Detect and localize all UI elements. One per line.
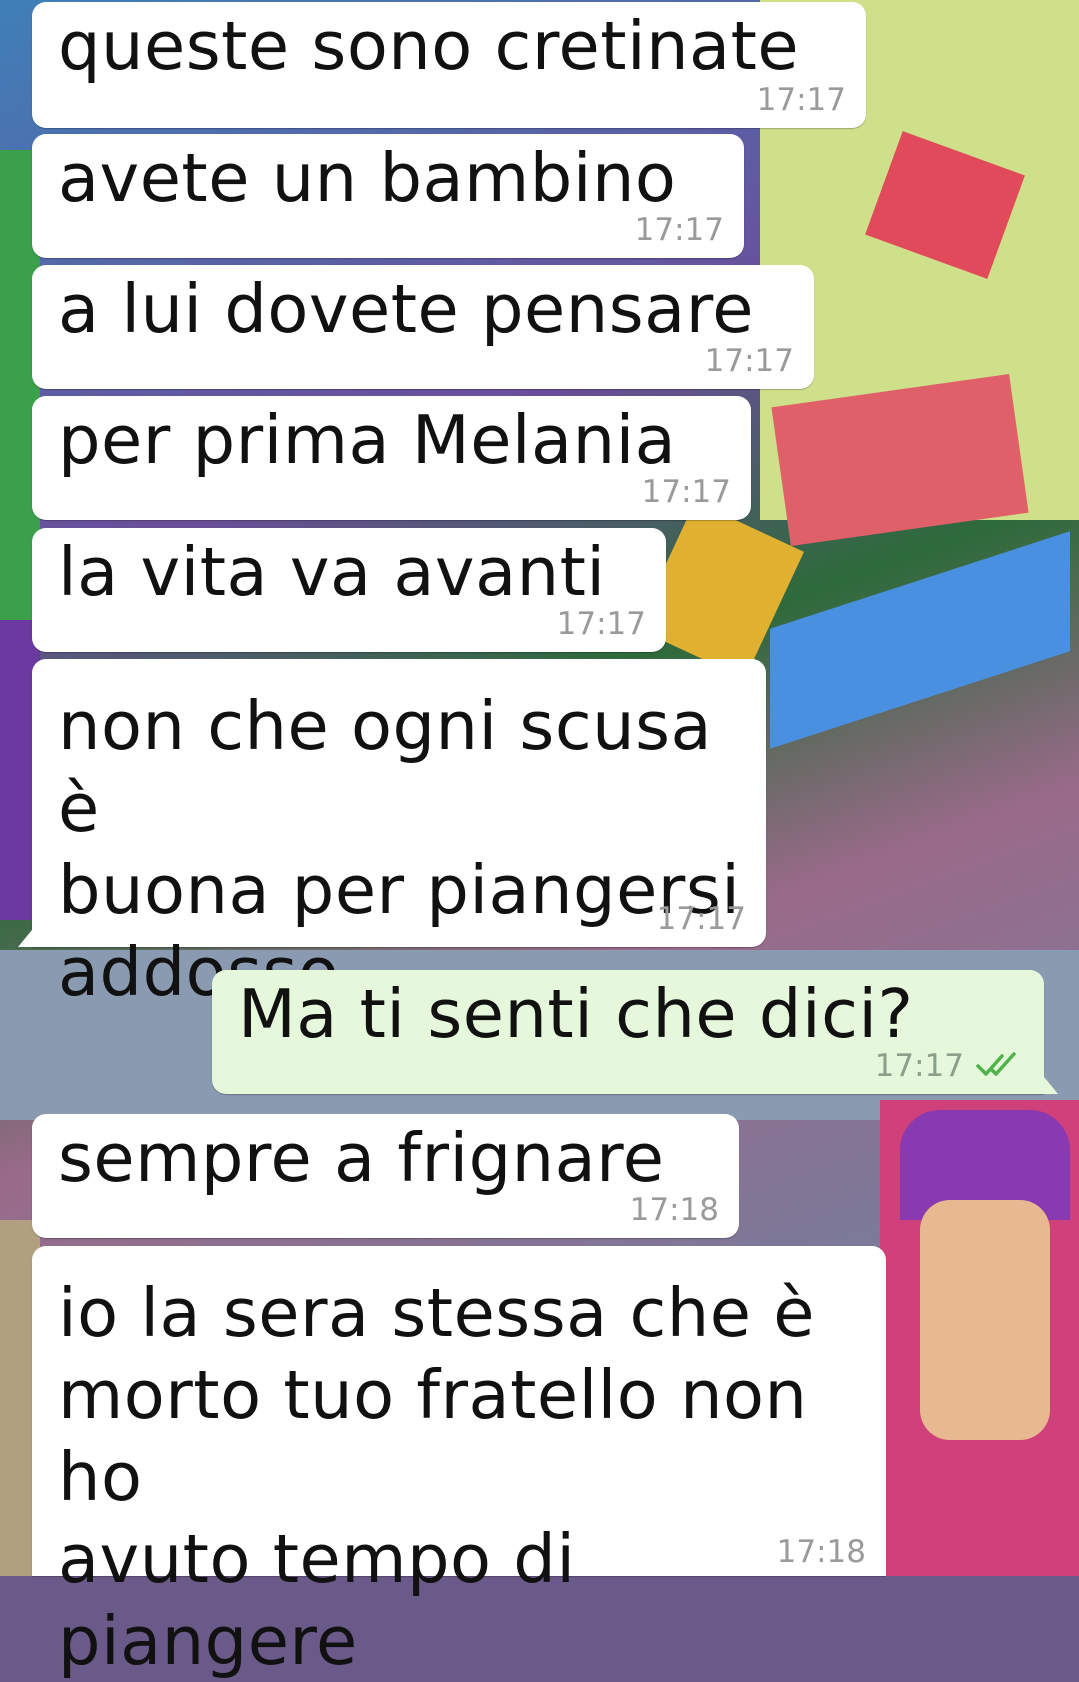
message-timestamp: 17:18: [776, 1534, 866, 1570]
message-bubble-incoming[interactable]: la vita va avanti 17:17: [32, 528, 666, 652]
message-timestamp: 17:17: [756, 82, 846, 118]
message-text: io la sera stessa che è morto tuo fratel…: [58, 1274, 816, 1680]
message-text: la vita va avanti: [58, 533, 606, 611]
message-text: queste sono cretinate: [58, 7, 800, 85]
message-text: non che ogni scusa è buona per piangersi…: [58, 687, 741, 1011]
message-text: per prima Melania: [58, 401, 677, 479]
double-check-icon: [976, 1052, 1016, 1076]
message-timestamp: 17:17: [556, 606, 646, 642]
bubble-tail: [18, 925, 36, 947]
message-bubble-incoming[interactable]: io la sera stessa che è morto tuo fratel…: [32, 1246, 886, 1680]
message-bubble-incoming[interactable]: a lui dovete pensare 17:17: [32, 265, 814, 389]
message-timestamp: 17:17: [704, 343, 794, 379]
message-timestamp: 17:17: [641, 474, 731, 510]
message-timestamp: 17:17: [656, 901, 746, 937]
message-text: Ma ti senti che dici?: [238, 975, 914, 1053]
message-text: avete un bambino: [58, 139, 677, 217]
message-bubble-incoming[interactable]: non che ogni scusa è buona per piangersi…: [18, 659, 766, 1011]
message-timestamp: 17:17: [874, 1048, 964, 1084]
message-bubble-incoming[interactable]: sempre a frignare 17:18: [32, 1114, 739, 1238]
message-timestamp: 17:17: [634, 212, 724, 248]
message-bubble-incoming[interactable]: queste sono cretinate 17:17: [32, 2, 866, 128]
chat-message-list[interactable]: queste sono cretinate 17:17 avete un bam…: [0, 0, 1079, 1680]
message-text: sempre a frignare: [58, 1119, 665, 1197]
message-timestamp: 17:18: [629, 1192, 719, 1228]
message-bubble-incoming[interactable]: avete un bambino 17:17: [32, 134, 744, 258]
message-bubble-outgoing[interactable]: Ma ti senti che dici? 17:17: [212, 970, 1058, 1094]
message-bubble-incoming[interactable]: per prima Melania 17:17: [32, 396, 751, 520]
bubble-tail: [1040, 1072, 1058, 1094]
message-text: a lui dovete pensare: [58, 270, 754, 348]
